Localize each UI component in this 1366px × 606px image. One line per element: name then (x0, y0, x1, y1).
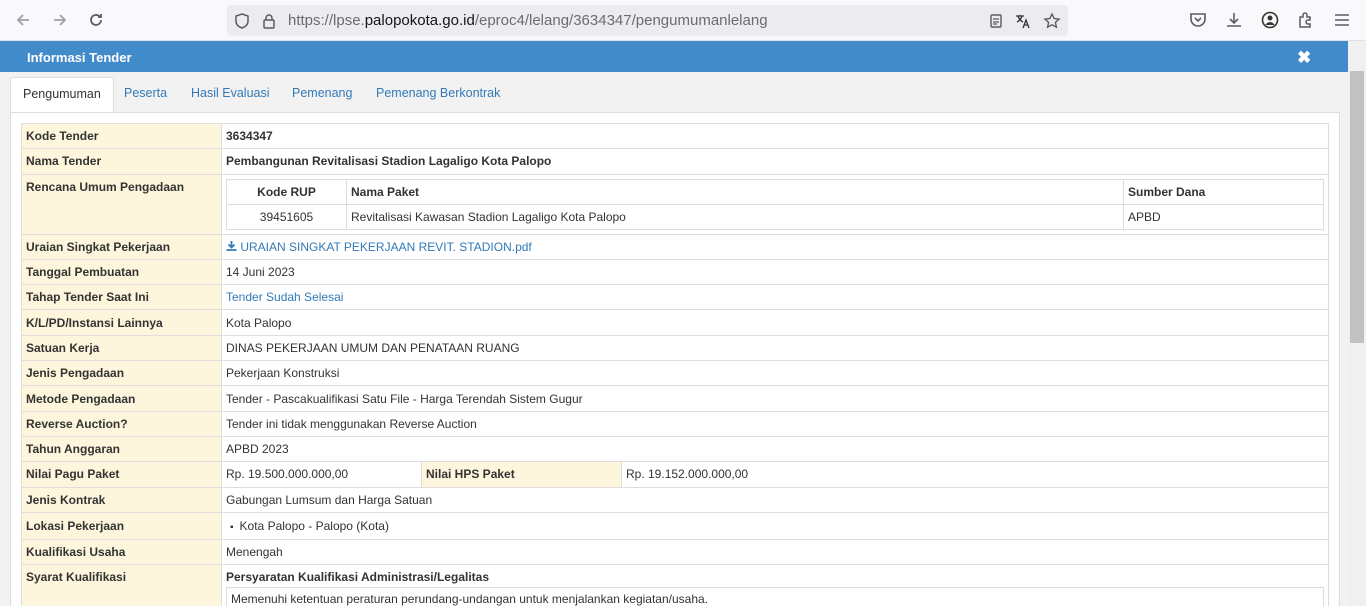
syarat-label: Syarat Kualifikasi (21, 564, 222, 606)
table-row: Nilai Pagu Paket Rp. 19.500.000.000,00 N… (21, 461, 1329, 488)
syarat-item: Memenuhi ketentuan peraturan perundang-u… (226, 587, 1324, 606)
url-text: https://lpse.palopokota.go.id/eproc4/lel… (288, 12, 768, 29)
satker-label: Satuan Kerja (21, 334, 222, 362)
account-icon[interactable] (1260, 10, 1280, 30)
modal-body: Pengumuman Peserta Hasil Evaluasi Pemena… (0, 72, 1348, 606)
kontrak-value: Gabungan Lumsum dan Harga Satuan (221, 486, 1329, 513)
metode-label: Metode Pengadaan (21, 385, 222, 412)
kode-tender-label: Kode Tender (21, 122, 222, 150)
table-row: Kualifikasi Usaha Menengah (21, 538, 1329, 566)
rup-table: Kode RUP Nama Paket Sumber Dana 39451605… (226, 178, 1324, 230)
satker-value: DINAS PEKERJAAN UMUM DAN PENATAAN RUANG (221, 334, 1329, 362)
pocket-icon[interactable] (1188, 10, 1208, 30)
hps-label: Nilai HPS Paket (421, 461, 622, 488)
kualifikasi-label: Kualifikasi Usaha (21, 538, 222, 566)
table-row: Tahap Tender Saat Ini Tender Sudah Seles… (21, 284, 1329, 311)
tahap-label: Tahap Tender Saat Ini (21, 284, 222, 311)
page-scrollbar[interactable] (1348, 41, 1366, 606)
rup-cell: Kode RUP Nama Paket Sumber Dana 39451605… (221, 173, 1329, 235)
nama-tender-label: Nama Tender (21, 148, 222, 175)
back-arrow-icon[interactable] (11, 8, 35, 32)
pagu-label: Nilai Pagu Paket (21, 461, 222, 488)
reverse-value: Tender ini tidak menggunakan Reverse Auc… (221, 410, 1329, 437)
table-row: Jenis Kontrak Gabungan Lumsum dan Harga … (21, 486, 1329, 513)
shield-icon[interactable] (233, 12, 251, 30)
syarat-heading: Persyaratan Kualifikasi Administrasi/Leg… (226, 570, 489, 585)
forward-arrow-icon[interactable] (48, 8, 72, 32)
tanggal-label: Tanggal Pembuatan (21, 258, 222, 286)
tab-hasil-evaluasi[interactable]: Hasil Evaluasi (191, 77, 270, 113)
kualifikasi-value: Menengah (221, 538, 1329, 566)
lokasi-cell: Kota Palopo - Palopo (Kota) (221, 511, 1329, 540)
klpd-label: K/L/PD/Instansi Lainnya (21, 309, 222, 336)
rup-label: Rencana Umum Pengadaan (21, 173, 222, 235)
modal-title: Informasi Tender (27, 50, 132, 65)
scrollbar-thumb[interactable] (1350, 71, 1364, 343)
menu-icon[interactable] (1332, 10, 1352, 30)
klpd-value: Kota Palopo (221, 309, 1329, 336)
close-icon[interactable]: ✖ (1297, 48, 1311, 68)
rup-sumber: APBD (1123, 203, 1324, 230)
tahap-cell: Tender Sudah Selesai (221, 284, 1329, 311)
tanggal-value: 14 Juni 2023 (221, 258, 1329, 286)
rup-kode: 39451605 (226, 203, 347, 230)
lokasi-item: Kota Palopo - Palopo (Kota) (230, 519, 1324, 533)
tab-pemenang[interactable]: Pemenang (292, 77, 352, 113)
syarat-cell: Persyaratan Kualifikasi Administrasi/Leg… (221, 564, 1329, 606)
nama-tender-value: Pembangunan Revitalisasi Stadion Lagalig… (221, 148, 1329, 175)
modal-header: Informasi Tender ✖ (0, 41, 1348, 72)
uraian-label: Uraian Singkat Pekerjaan (21, 233, 222, 260)
reader-view-icon[interactable] (987, 12, 1005, 30)
table-row: Rencana Umum Pengadaan Kode RUP Nama Pak… (21, 173, 1329, 235)
table-row: Metode Pengadaan Tender - Pascakualifika… (21, 385, 1329, 412)
uraian-cell: URAIAN SINGKAT PEKERJAAN REVIT. STADION.… (221, 233, 1329, 260)
jenis-label: Jenis Pengadaan (21, 360, 222, 387)
tab-content: Kode Tender 3634347 Nama Tender Pembangu… (10, 112, 1340, 606)
table-row: 39451605 Revitalisasi Kawasan Stadion La… (226, 203, 1324, 230)
table-row: K/L/PD/Instansi Lainnya Kota Palopo (21, 309, 1329, 336)
tab-peserta[interactable]: Peserta (124, 77, 167, 113)
tahun-label: Tahun Anggaran (21, 435, 222, 463)
url-bar[interactable]: https://lpse.palopokota.go.id/eproc4/lel… (227, 5, 1068, 36)
table-row: Kode Tender 3634347 (21, 122, 1329, 150)
rup-header-kode: Kode RUP (226, 178, 347, 205)
hps-value: Rp. 19.152.000.000,00 (621, 461, 1329, 488)
table-row: Reverse Auction? Tender ini tidak menggu… (21, 410, 1329, 437)
tahun-value: APBD 2023 (221, 435, 1329, 463)
browser-toolbar: https://lpse.palopokota.go.id/eproc4/lel… (0, 0, 1366, 41)
kontrak-label: Jenis Kontrak (21, 486, 222, 513)
tender-info-table: Kode Tender 3634347 Nama Tender Pembangu… (21, 122, 1329, 606)
jenis-value: Pekerjaan Konstruksi (221, 360, 1329, 387)
table-row: Uraian Singkat Pekerjaan URAIAN SINGKAT … (21, 233, 1329, 260)
rup-nama: Revitalisasi Kawasan Stadion Lagaligo Ko… (346, 203, 1124, 230)
table-row: Tahun Anggaran APBD 2023 (21, 435, 1329, 463)
downloads-icon[interactable] (1224, 10, 1244, 30)
table-row: Jenis Pengadaan Pekerjaan Konstruksi (21, 360, 1329, 387)
bookmark-star-icon[interactable] (1043, 12, 1061, 30)
table-row: Syarat Kualifikasi Persyaratan Kualifika… (21, 564, 1329, 606)
lock-icon[interactable] (260, 12, 278, 30)
metode-value: Tender - Pascakualifikasi Satu File - Ha… (221, 385, 1329, 412)
page-content: Informasi Tender ✖ Pengumuman Peserta Ha… (0, 41, 1348, 606)
table-row: Tanggal Pembuatan 14 Juni 2023 (21, 258, 1329, 286)
download-icon[interactable] (226, 240, 240, 254)
tab-pemenang-berkontrak[interactable]: Pemenang Berkontrak (376, 77, 500, 113)
pagu-value: Rp. 19.500.000.000,00 (221, 461, 422, 488)
tab-pengumuman[interactable]: Pengumuman (10, 77, 114, 113)
lokasi-label: Lokasi Pekerjaan (21, 511, 222, 540)
table-row: Satuan Kerja DINAS PEKERJAAN UMUM DAN PE… (21, 334, 1329, 362)
table-row: Lokasi Pekerjaan Kota Palopo - Palopo (K… (21, 511, 1329, 540)
rup-header-nama: Nama Paket (346, 178, 1124, 205)
reload-icon[interactable] (84, 8, 108, 32)
tahap-link[interactable]: Tender Sudah Selesai (226, 290, 343, 304)
translate-icon[interactable] (1014, 12, 1032, 30)
kode-tender-value: 3634347 (221, 122, 1329, 150)
extensions-icon[interactable] (1296, 10, 1316, 30)
table-row: Nama Tender Pembangunan Revitalisasi Sta… (21, 148, 1329, 175)
reverse-label: Reverse Auction? (21, 410, 222, 437)
rup-header-sumber: Sumber Dana (1123, 178, 1324, 205)
uraian-download-link[interactable]: URAIAN SINGKAT PEKERJAAN REVIT. STADION.… (240, 240, 531, 254)
